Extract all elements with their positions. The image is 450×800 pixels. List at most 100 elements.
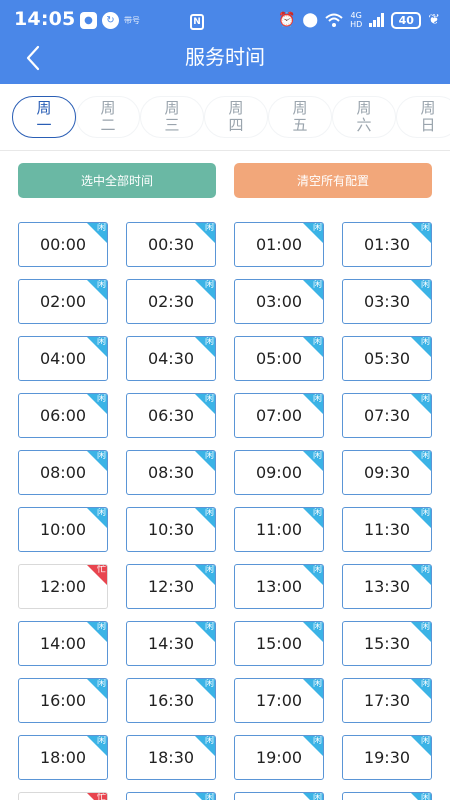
time-slot-label: 04:30 xyxy=(147,349,195,368)
status-tag: 闲 xyxy=(312,280,322,290)
time-slot[interactable]: 06:00 闲 xyxy=(18,393,108,438)
status-tag: 闲 xyxy=(204,679,214,689)
status-tag: 闲 xyxy=(204,622,214,632)
select-all-button[interactable]: 选中全部时间 xyxy=(18,163,216,198)
status-tag: 闲 xyxy=(312,223,322,233)
time-slot[interactable]: 07:00 闲 xyxy=(234,393,324,438)
status-tag: 忙 xyxy=(96,793,106,800)
time-slot-label: 15:30 xyxy=(363,634,411,653)
status-tag: 闲 xyxy=(204,280,214,290)
status-tag: 闲 xyxy=(312,679,322,689)
clear-all-button[interactable]: 清空所有配置 xyxy=(234,163,432,198)
status-tag: 闲 xyxy=(96,508,106,518)
time-slot-label: 08:00 xyxy=(39,463,87,482)
status-tag: 闲 xyxy=(312,451,322,461)
tab-day-1[interactable]: 周一 xyxy=(12,96,76,138)
time-slot[interactable]: 10:30 闲 xyxy=(126,507,216,552)
time-slot[interactable]: 15:30 闲 xyxy=(342,621,432,666)
time-slot-label: 00:00 xyxy=(39,235,87,254)
time-slot[interactable]: 00:30 闲 xyxy=(126,222,216,267)
time-slot[interactable]: 17:30 闲 xyxy=(342,678,432,723)
time-slot[interactable]: 17:00 闲 xyxy=(234,678,324,723)
time-slot[interactable]: 12:30 闲 xyxy=(126,564,216,609)
time-slot[interactable]: 06:30 闲 xyxy=(126,393,216,438)
time-slot[interactable]: 01:00 闲 xyxy=(234,222,324,267)
time-slot-label: 10:00 xyxy=(39,520,87,539)
time-slot[interactable]: 14:00 闲 xyxy=(18,621,108,666)
tab-label-top: 周 xyxy=(36,99,52,117)
time-slot-label: 05:00 xyxy=(255,349,303,368)
status-tag: 闲 xyxy=(96,394,106,404)
time-slot[interactable]: 12:00 忙 xyxy=(18,564,108,609)
time-slot[interactable]: 09:30 闲 xyxy=(342,450,432,495)
location-icon: ⬤ xyxy=(302,12,319,28)
time-slot[interactable]: 07:30 闲 xyxy=(342,393,432,438)
time-slot[interactable]: 09:00 闲 xyxy=(234,450,324,495)
time-slot[interactable]: 18:30 闲 xyxy=(126,735,216,780)
time-slot[interactable]: 01:30 闲 xyxy=(342,222,432,267)
tab-day-5[interactable]: 周五 xyxy=(268,96,332,138)
time-slot[interactable]: 04:30 闲 xyxy=(126,336,216,381)
time-slot[interactable]: 19:30 闲 xyxy=(342,735,432,780)
time-slot[interactable]: 05:30 闲 xyxy=(342,336,432,381)
time-slot[interactable]: 21:30闲 xyxy=(342,792,432,800)
time-slot[interactable]: 13:30 闲 xyxy=(342,564,432,609)
tab-label-top: 周 xyxy=(356,99,372,117)
time-slot[interactable]: 16:30 闲 xyxy=(126,678,216,723)
time-slot[interactable]: 16:00 闲 xyxy=(18,678,108,723)
status-tag: 闲 xyxy=(204,223,214,233)
time-slot[interactable]: 10:00 闲 xyxy=(18,507,108,552)
tab-day-6[interactable]: 周六 xyxy=(332,96,396,138)
tab-label-top: 周 xyxy=(228,99,244,117)
tab-label-top: 周 xyxy=(164,99,180,117)
time-slot[interactable]: 11:30 闲 xyxy=(342,507,432,552)
status-tag: 闲 xyxy=(420,679,430,689)
tab-label-top: 周 xyxy=(420,99,436,117)
time-slot[interactable]: 08:30 闲 xyxy=(126,450,216,495)
time-slot[interactable]: 03:30 闲 xyxy=(342,279,432,324)
status-tag: 忙 xyxy=(96,565,106,575)
time-slot[interactable]: 03:00 闲 xyxy=(234,279,324,324)
time-slot[interactable]: 20:30闲 xyxy=(126,792,216,800)
time-slot-label: 19:00 xyxy=(255,748,303,767)
time-slot[interactable]: 00:00 闲 xyxy=(18,222,108,267)
status-tag: 闲 xyxy=(420,337,430,347)
nfc-icon: N xyxy=(190,14,204,30)
battery-icon: 40 xyxy=(391,11,422,29)
time-slot[interactable]: 21:00闲 xyxy=(234,792,324,800)
status-tag: 闲 xyxy=(96,223,106,233)
status-tag: 闲 xyxy=(420,793,430,800)
status-tag: 闲 xyxy=(420,565,430,575)
tab-day-4[interactable]: 周四 xyxy=(204,96,268,138)
time-slot-label: 15:00 xyxy=(255,634,303,653)
time-slot[interactable]: 05:00 闲 xyxy=(234,336,324,381)
tab-day-2[interactable]: 周二 xyxy=(76,96,140,138)
page-title: 服务时间 xyxy=(185,45,265,69)
time-slot[interactable]: 15:00 闲 xyxy=(234,621,324,666)
time-slot[interactable]: 19:00 闲 xyxy=(234,735,324,780)
time-slot-label: 03:00 xyxy=(255,292,303,311)
tab-label-bottom: 四 xyxy=(228,116,244,134)
day-tabs: 周一周二周三周四周五周六周日 xyxy=(0,90,450,144)
status-tag: 闲 xyxy=(204,337,214,347)
battery-level: 40 xyxy=(398,13,414,27)
time-slot[interactable]: 04:00 闲 xyxy=(18,336,108,381)
time-slot-label: 11:00 xyxy=(255,520,303,539)
time-slot[interactable]: 02:00 闲 xyxy=(18,279,108,324)
tab-day-3[interactable]: 周三 xyxy=(140,96,204,138)
status-tag: 闲 xyxy=(96,280,106,290)
time-slot[interactable]: 02:30 闲 xyxy=(126,279,216,324)
status-tag: 闲 xyxy=(204,736,214,746)
time-slot[interactable]: 11:00 闲 xyxy=(234,507,324,552)
tab-label-top: 周 xyxy=(292,99,308,117)
time-slot[interactable]: 20:00忙 xyxy=(18,792,108,800)
time-slot[interactable]: 14:30 闲 xyxy=(126,621,216,666)
tab-day-7[interactable]: 周日 xyxy=(396,96,450,138)
app-header: 14:05 ● ↻ 带号 N ⏰ ⬤ 4G HD 40 ❦ 服务时间 xyxy=(0,0,450,84)
time-slot[interactable]: 08:00 闲 xyxy=(18,450,108,495)
time-slot[interactable]: 18:00 闲 xyxy=(18,735,108,780)
status-tag: 闲 xyxy=(96,679,106,689)
time-slot[interactable]: 13:00 闲 xyxy=(234,564,324,609)
tab-label-top: 周 xyxy=(100,99,116,117)
time-slot-label: 16:30 xyxy=(147,691,195,710)
